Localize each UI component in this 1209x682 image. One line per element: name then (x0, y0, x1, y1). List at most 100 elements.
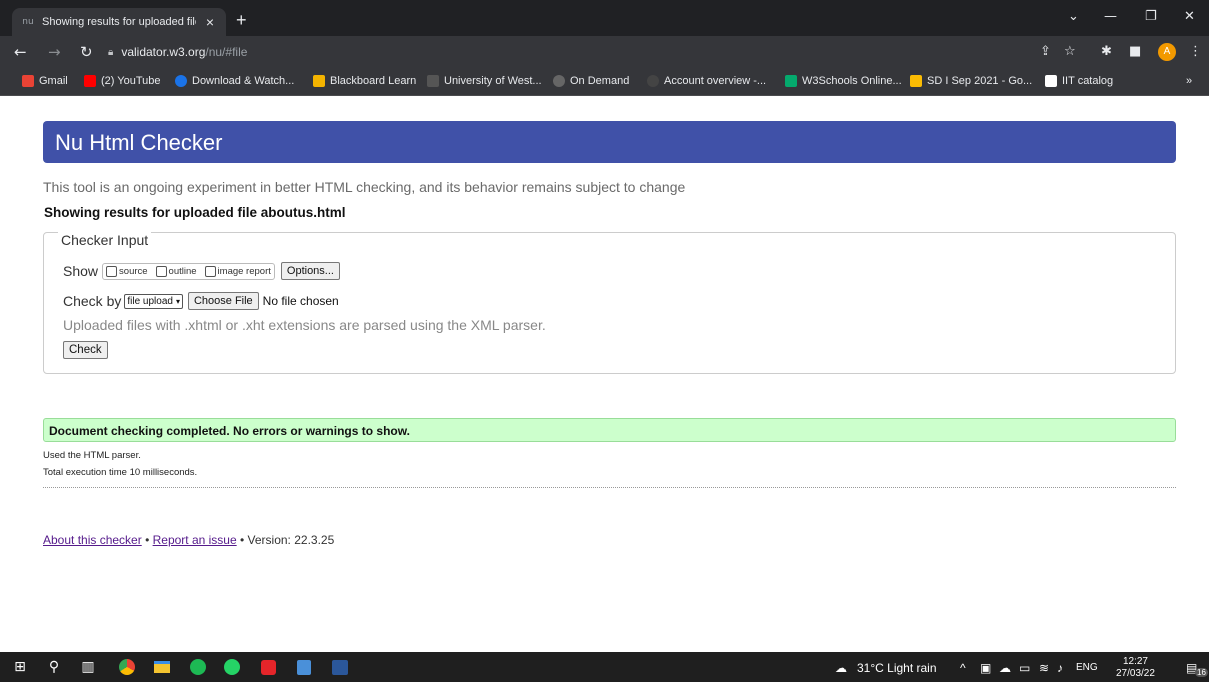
checker-input-legend: Checker Input (58, 232, 152, 248)
active-tab[interactable]: nu Showing results for uploaded file × (12, 8, 226, 36)
clock-time: 12:27 (1122, 656, 1148, 667)
spotify-icon[interactable] (188, 657, 208, 677)
bookmark-youtube[interactable]: (2) YouTube (84, 75, 161, 87)
lock-icon: 🔒︎ (108, 46, 114, 58)
blackboard-icon (313, 75, 325, 87)
checkbox-box[interactable] (106, 265, 118, 277)
system-clock[interactable]: 12:27 27/03/22 (1116, 656, 1155, 680)
wifi-icon[interactable]: ≋ (1039, 661, 1049, 675)
windows-start-icon[interactable]: ⊞ (10, 657, 30, 677)
bookmarks-overflow[interactable]: » (1186, 75, 1192, 87)
parser-note: Used the HTML parser. (43, 450, 141, 461)
back-icon[interactable]: ← (14, 43, 27, 61)
bookmark-star-icon[interactable]: ☆ (1064, 44, 1076, 59)
youtube-icon (84, 75, 96, 87)
check-by-select[interactable]: file upload ▾ (124, 293, 183, 309)
restore-icon[interactable]: ❐ (1145, 9, 1157, 24)
reload-icon[interactable]: ↻ (80, 43, 93, 61)
side-panel-icon[interactable]: ■ (1129, 44, 1141, 59)
checkbox-label: outline (168, 265, 197, 277)
tab-search-icon[interactable]: ⌄ (1068, 9, 1079, 24)
clock-date: 27/03/22 (1116, 668, 1155, 679)
check-by-row: Check by file upload ▾ Choose File No fil… (63, 292, 339, 310)
url-path: /nu/#file (205, 45, 248, 59)
bookmark-label: W3Schools Online... (802, 75, 902, 87)
options-button[interactable]: Options... (280, 262, 340, 280)
account-icon (647, 75, 659, 87)
address-bar[interactable]: 🔒︎ validator.w3.org/nu/#file (108, 41, 1038, 63)
bookmark-iit-catalog[interactable]: IIT catalog (1045, 75, 1113, 87)
battery-icon[interactable]: ▭ (1019, 661, 1030, 675)
tab-close-icon[interactable]: × (202, 14, 218, 30)
bookmarks-bar: Gmail (2) YouTube Download & Watch... Bl… (0, 68, 1209, 96)
bookmark-label: On Demand (570, 75, 630, 87)
checkbox-box[interactable] (155, 265, 167, 277)
catalog-icon (1045, 75, 1057, 87)
checkbox-label: image report (217, 265, 271, 277)
check-row: Check (63, 341, 108, 359)
bookmark-sd[interactable]: SD I Sep 2021 - Go... (910, 75, 1032, 87)
nu-favicon-icon: nu (22, 17, 34, 27)
menu-icon[interactable]: ⋮ (1189, 44, 1202, 59)
source-checkbox[interactable]: source (106, 265, 148, 277)
checkbox-box[interactable] (204, 265, 216, 277)
whatsapp-icon[interactable] (222, 657, 242, 677)
file-explorer-icon[interactable] (152, 657, 172, 677)
university-icon (427, 75, 439, 87)
word-icon[interactable] (330, 657, 350, 677)
bookmark-label: Gmail (39, 75, 68, 87)
show-options-group: source outline image report (102, 262, 275, 280)
search-icon[interactable]: ⚲ (44, 657, 64, 677)
forward-icon[interactable]: → (48, 43, 61, 61)
bookmark-label: SD I Sep 2021 - Go... (927, 75, 1033, 87)
browser-toolbar: ← → ↻ 🔒︎ validator.w3.org/nu/#file ⇪ ☆ ✱… (0, 36, 1209, 68)
bookmark-label: Account overview -... (664, 75, 767, 87)
profile-avatar[interactable]: A (1158, 43, 1176, 61)
new-tab-button[interactable]: + (236, 11, 247, 29)
bookmark-w3schools[interactable]: W3Schools Online... (785, 75, 902, 87)
bookmark-gmail[interactable]: Gmail (22, 75, 68, 87)
taskbar: ⊞ ⚲ ▥ ☁ 31°C Light rain ^ ▣ ☁ ▭ ≋ ♪ ENG … (0, 652, 1209, 682)
gmail-icon (22, 75, 34, 87)
task-view-icon[interactable]: ▥ (78, 657, 98, 677)
report-issue-link[interactable]: Report an issue (153, 533, 237, 547)
chrome-icon[interactable] (117, 657, 137, 677)
weather-cloud-icon[interactable]: ☁ (835, 661, 847, 675)
select-value: file upload (127, 295, 173, 307)
bookmark-account[interactable]: Account overview -... (647, 75, 766, 87)
extensions-icon[interactable]: ✱ (1101, 44, 1112, 59)
weather-text[interactable]: 31°C Light rain (857, 661, 937, 675)
tray-chevron-up-icon[interactable]: ^ (960, 661, 966, 675)
outline-checkbox[interactable]: outline (155, 265, 197, 277)
choose-file-button[interactable]: Choose File (187, 292, 259, 310)
onedrive-icon[interactable]: ☁ (999, 661, 1011, 675)
bookmark-university[interactable]: University of West... (427, 75, 542, 87)
chevron-down-icon: ▾ (175, 296, 180, 306)
check-button[interactable]: Check (63, 341, 108, 359)
bookmark-label: University of West... (444, 75, 542, 87)
on-demand-icon (553, 75, 565, 87)
checkbox-label: source (119, 265, 148, 277)
meet-icon[interactable]: ▣ (980, 661, 991, 675)
language-indicator[interactable]: ENG (1076, 662, 1098, 673)
url-host: validator.w3.org (121, 45, 206, 59)
xml-parser-hint: Uploaded files with .xhtml or .xht exten… (63, 317, 546, 333)
page-header: Nu Html Checker (43, 121, 1176, 163)
close-window-icon[interactable]: ✕ (1184, 9, 1195, 24)
execution-time: Total execution time 10 milliseconds. (43, 467, 198, 478)
image-report-checkbox[interactable]: image report (204, 265, 271, 277)
volume-icon[interactable]: ♪ (1057, 661, 1063, 675)
acrobat-icon[interactable] (258, 657, 278, 677)
share-icon[interactable]: ⇪ (1040, 44, 1051, 59)
w3schools-icon (785, 75, 797, 87)
about-checker-link[interactable]: About this checker (43, 533, 142, 547)
success-message: Document checking completed. No errors o… (43, 418, 1176, 442)
results-heading: Showing results for uploaded file aboutu… (44, 205, 346, 220)
no-file-text: No file chosen (262, 294, 339, 308)
bookmark-on-demand[interactable]: On Demand (553, 75, 629, 87)
vpn-lock-icon[interactable] (294, 657, 314, 677)
show-row: Show source outline image report Options… (63, 262, 340, 280)
bookmark-download-watch[interactable]: Download & Watch... (175, 75, 294, 87)
minimize-icon[interactable]: — (1104, 9, 1117, 24)
bookmark-blackboard[interactable]: Blackboard Learn (313, 75, 416, 87)
